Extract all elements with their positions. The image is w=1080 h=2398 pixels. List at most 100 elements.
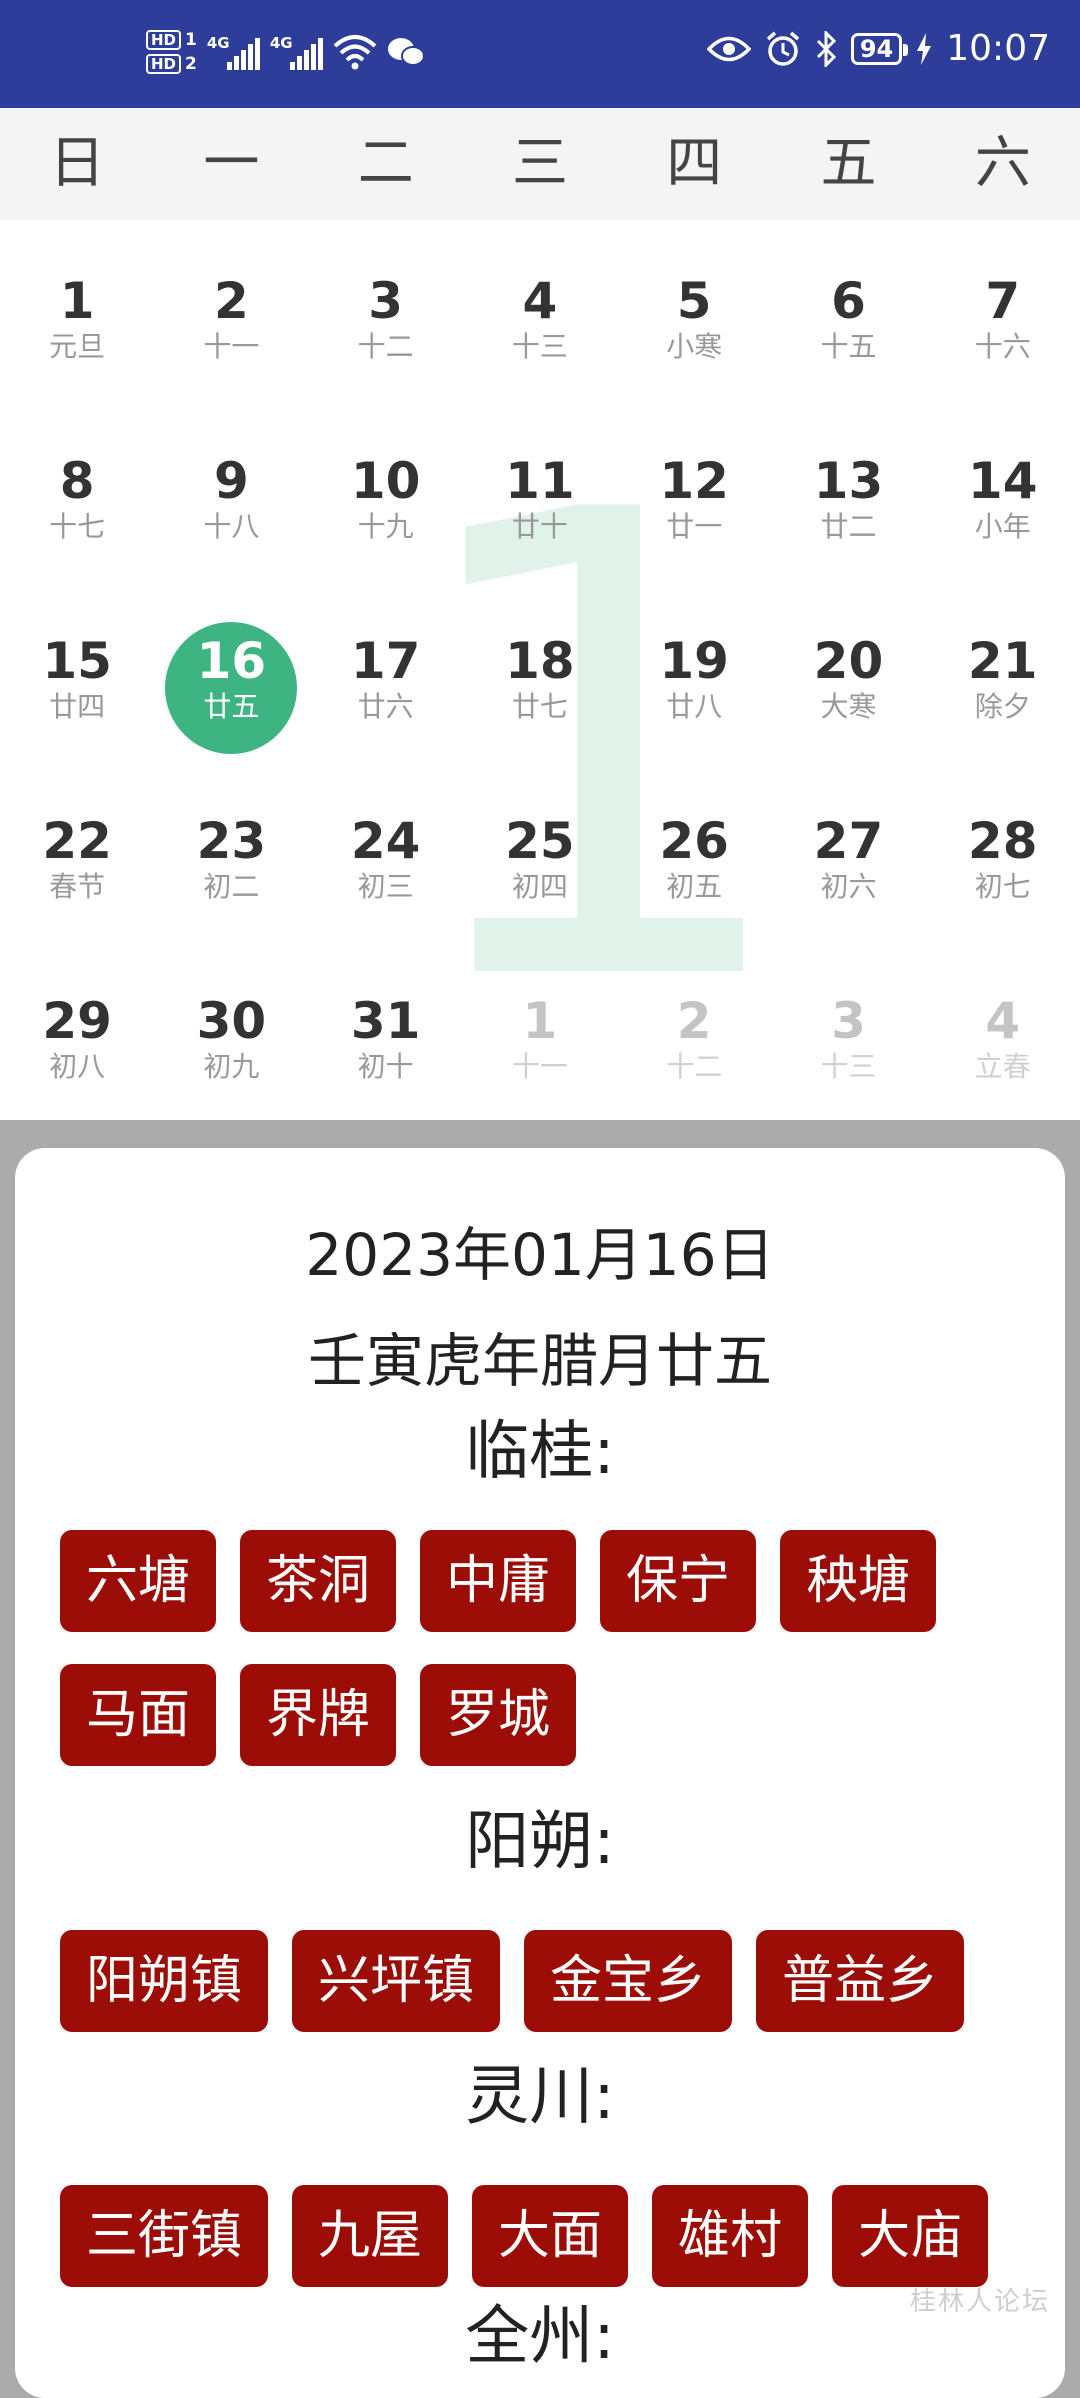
day-cell[interactable]: 18 廿七: [463, 620, 617, 800]
lunar-label: 元旦: [49, 330, 106, 363]
region-heading: 全州:: [465, 2300, 615, 2374]
town-tag[interactable]: 阳朔镇: [60, 1930, 269, 2032]
day-number: 28: [967, 812, 1038, 870]
town-tag[interactable]: 金宝乡: [524, 1930, 733, 2032]
lunar-label: 初二: [203, 870, 260, 903]
day-cell[interactable]: 4 十三: [463, 260, 617, 440]
lunar-label: 廿一: [666, 510, 723, 543]
town-tag[interactable]: 罗城: [420, 1664, 577, 1766]
day-number: 9: [214, 452, 249, 510]
day-cell[interactable]: 1 十一: [463, 980, 617, 1120]
day-cell[interactable]: 24 初三: [309, 800, 463, 980]
day-number: 2: [676, 992, 712, 1050]
signal-icon-2: 4G: [270, 34, 323, 70]
day-cell[interactable]: 13 廿二: [771, 440, 925, 620]
wechat-icon: [387, 38, 425, 66]
day-cell[interactable]: 17 廿六: [309, 620, 463, 800]
day-cell[interactable]: 20 大寒: [771, 620, 925, 800]
status-right: 94 10:07: [706, 28, 1050, 69]
weekday-6: 六: [974, 131, 1031, 196]
lunar-label: 十二: [357, 330, 414, 363]
day-number: 26: [659, 812, 729, 870]
calendar-month[interactable]: 1 1 元旦 2 十一 3 十二 4 十三 5 小寒 6 十五 7 十六 8 十七 9 十八 10 十九 11 廿十 12 廿…: [0, 220, 1080, 1120]
day-cell[interactable]: 1 元旦: [0, 260, 154, 440]
lunar-label: 初三: [357, 870, 414, 903]
day-number: 15: [42, 632, 112, 690]
lunar-label: 十五: [820, 330, 877, 363]
battery-icon: 94: [850, 32, 909, 65]
day-cell[interactable]: 27 初六: [771, 800, 925, 980]
day-number: 10: [350, 452, 421, 510]
lunar-label: 十九: [357, 510, 414, 543]
signal-icon: 4G: [207, 34, 260, 70]
day-cell[interactable]: 28 初七: [926, 800, 1080, 980]
weekday-5: 五: [820, 131, 877, 196]
town-tag-list: 六塘 茶洞 中庸 保宁 秧塘马面 界牌 罗城: [60, 1530, 1040, 1766]
lunar-date: 壬寅虎年腊月廿五: [307, 1327, 772, 1395]
day-number: 13: [813, 452, 884, 510]
day-cell[interactable]: 4 立春: [926, 980, 1080, 1120]
lunar-label: 廿六: [357, 690, 414, 723]
day-number: 25: [505, 812, 575, 870]
status-left: HD 1 HD 2 4G 4G: [146, 30, 425, 74]
town-tag[interactable]: 马面: [60, 1664, 217, 1766]
day-cell[interactable]: 23 初二: [154, 800, 308, 980]
day-cell[interactable]: 10 十九: [309, 440, 463, 620]
day-cell[interactable]: 26 初五: [617, 800, 771, 980]
lunar-label: 小寒: [666, 330, 723, 363]
day-cell[interactable]: 15 廿四: [0, 620, 154, 800]
lunar-label: 初九: [203, 1050, 260, 1083]
town-tag[interactable]: 茶洞: [240, 1530, 397, 1632]
day-cell[interactable]: 2 十一: [154, 260, 308, 440]
day-number: 30: [196, 992, 267, 1050]
day-cell[interactable]: 11 廿十: [463, 440, 617, 620]
town-tag[interactable]: 兴坪镇: [292, 1930, 501, 2032]
status-bar: HD 1 HD 2 4G 4G 94 10:07: [0, 0, 1080, 108]
day-cell[interactable]: 14 小年: [926, 440, 1080, 620]
town-tag[interactable]: 普益乡: [756, 1930, 965, 2032]
lunar-label: 十一: [203, 330, 260, 363]
town-tag[interactable]: 秧塘: [780, 1530, 937, 1632]
town-tag[interactable]: 九屋: [292, 2185, 449, 2287]
hd-indicators: HD 1 HD 2: [146, 30, 197, 74]
day-cell[interactable]: 7 十六: [926, 260, 1080, 440]
lunar-label: 春节: [49, 870, 106, 903]
lunar-label: 廿十: [511, 510, 568, 543]
day-cell[interactable]: 12 廿一: [617, 440, 771, 620]
lunar-label: 小年: [974, 510, 1031, 543]
town-tag[interactable]: 界牌: [240, 1664, 397, 1766]
lunar-label: 大寒: [820, 690, 877, 723]
day-cell[interactable]: 6 十五: [771, 260, 925, 440]
lunar-label: 初六: [820, 870, 877, 903]
day-number: 2: [214, 272, 249, 330]
day-cell[interactable]: 30 初九: [154, 980, 308, 1120]
day-cell[interactable]: 21 除夕: [926, 620, 1080, 800]
lunar-label: 初五: [666, 870, 723, 903]
lunar-label: 初十: [357, 1050, 414, 1083]
day-cell[interactable]: 5 小寒: [617, 260, 771, 440]
town-tag[interactable]: 三街镇: [60, 2185, 269, 2287]
town-tag[interactable]: 大庙: [832, 2185, 989, 2287]
town-tag[interactable]: 雄村: [652, 2185, 809, 2287]
day-cell[interactable]: 22 春节: [0, 800, 154, 980]
day-number: 16: [196, 632, 267, 690]
town-tag[interactable]: 保宁: [600, 1530, 757, 1632]
selected-date: 2023年01月16日: [305, 1221, 775, 1289]
day-cell[interactable]: 8 十七: [0, 440, 154, 620]
day-cell-selected[interactable]: 16 廿五: [154, 620, 308, 800]
day-number: 3: [831, 992, 866, 1050]
day-cell[interactable]: 2 十二: [617, 980, 771, 1120]
town-tag[interactable]: 大面: [472, 2185, 629, 2287]
lunar-label: 廿二: [820, 510, 877, 543]
town-tag[interactable]: 六塘: [60, 1530, 217, 1632]
day-cell[interactable]: 9 十八: [154, 440, 308, 620]
town-tag[interactable]: 中庸: [420, 1530, 577, 1632]
day-cell[interactable]: 31 初十: [309, 980, 463, 1120]
day-cell[interactable]: 3 十三: [771, 980, 925, 1120]
day-number: 27: [813, 812, 884, 870]
day-cell[interactable]: 3 十二: [309, 260, 463, 440]
day-number: 21: [967, 632, 1038, 690]
day-cell[interactable]: 25 初四: [463, 800, 617, 980]
day-cell[interactable]: 19 廿八: [617, 620, 771, 800]
day-cell[interactable]: 29 初八: [0, 980, 154, 1120]
